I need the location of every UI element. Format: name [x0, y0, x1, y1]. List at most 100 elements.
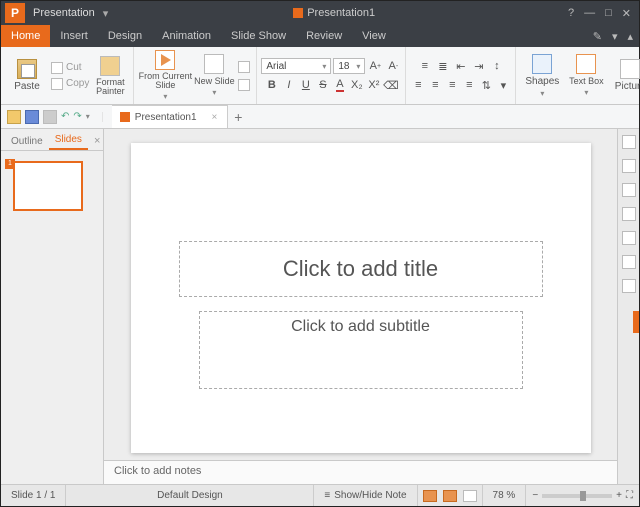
- highlight-button[interactable]: X₂: [349, 77, 365, 93]
- sorter-view-button[interactable]: [443, 490, 457, 502]
- bold-button[interactable]: B: [264, 77, 280, 93]
- new-tab-button[interactable]: +: [228, 110, 248, 124]
- superscript-button[interactable]: X²: [366, 77, 382, 93]
- sidebar-handle-icon[interactable]: [633, 311, 639, 333]
- format-painter-button[interactable]: Format Painter: [91, 47, 129, 104]
- redo-icon[interactable]: ↷: [73, 111, 81, 122]
- strike-button[interactable]: S: [315, 77, 331, 93]
- tab-animation[interactable]: Animation: [152, 25, 221, 47]
- qat-more-icon[interactable]: ▾: [86, 112, 90, 121]
- maximize-button[interactable]: □: [605, 7, 612, 20]
- undo-icon[interactable]: ↶: [61, 111, 69, 122]
- justify-button[interactable]: ≡: [461, 77, 477, 93]
- properties-icon[interactable]: [622, 135, 636, 149]
- title-placeholder[interactable]: Click to add title: [179, 241, 543, 297]
- grow-font-button[interactable]: A+: [367, 58, 383, 74]
- align-text-button[interactable]: ▾: [495, 77, 511, 93]
- fit-to-window-button[interactable]: ⛶: [626, 490, 633, 501]
- minimize-button[interactable]: —: [584, 7, 595, 20]
- document-tab[interactable]: Presentation1 ×: [112, 105, 229, 128]
- more-tool-icon[interactable]: [622, 279, 636, 293]
- titlebar: P Presentation ▾ Presentation1 ? — □ ✕: [1, 1, 639, 25]
- reading-view-button[interactable]: [463, 490, 477, 502]
- font-size-select[interactable]: 18▾: [333, 58, 365, 74]
- help-icon[interactable]: ?: [568, 7, 574, 20]
- from-current-slide-button[interactable]: From Current Slide ▾: [138, 47, 192, 104]
- font-group: Arial▾ 18▾ A+ A- B I U S A X₂ X² ⌫: [257, 47, 406, 104]
- document-icon: [293, 8, 303, 18]
- close-tab-icon[interactable]: ×: [212, 112, 218, 123]
- animation-pane-icon[interactable]: [622, 159, 636, 173]
- clipboard-group: Paste Cut Copy Format Painter: [1, 47, 134, 104]
- line-spacing-button[interactable]: ↕: [489, 58, 505, 74]
- slides-tab[interactable]: Slides: [49, 131, 88, 150]
- tab-home[interactable]: Home: [1, 25, 50, 47]
- object-icon[interactable]: [622, 183, 636, 197]
- view-switcher: [418, 485, 483, 506]
- close-button[interactable]: ✕: [622, 7, 631, 20]
- slide-thumbnail-1[interactable]: 1: [13, 161, 91, 211]
- open-icon[interactable]: [7, 110, 21, 124]
- font-name-select[interactable]: Arial▾: [261, 58, 331, 74]
- selection-icon[interactable]: [622, 231, 636, 245]
- thumb-number: 1: [5, 159, 15, 169]
- backup-icon[interactable]: [622, 207, 636, 221]
- new-slide-button[interactable]: New Slide ▾: [192, 47, 236, 104]
- tab-slideshow[interactable]: Slide Show: [221, 25, 296, 47]
- zoom-slider[interactable]: [542, 494, 612, 498]
- align-left-button[interactable]: ≡: [410, 77, 426, 93]
- cut-button[interactable]: Cut: [51, 61, 89, 75]
- tab-insert[interactable]: Insert: [50, 25, 98, 47]
- app-logo-icon: P: [5, 3, 25, 23]
- collapse-ribbon-icon[interactable]: ▴: [627, 30, 633, 43]
- task-icon[interactable]: [622, 255, 636, 269]
- slide[interactable]: Click to add title Click to add subtitle: [131, 143, 591, 453]
- slide-canvas-area[interactable]: Click to add title Click to add subtitle: [104, 129, 617, 460]
- textbox-button[interactable]: Text Box▾: [564, 47, 608, 104]
- zoom-control: − + ⛶: [526, 490, 639, 501]
- numbering-button[interactable]: ≣: [435, 58, 451, 74]
- ribbon: Paste Cut Copy Format Painter From Curre…: [1, 47, 639, 105]
- clear-format-button[interactable]: ⌫: [383, 77, 399, 93]
- subtitle-placeholder[interactable]: Click to add subtitle: [199, 311, 523, 389]
- italic-button[interactable]: I: [281, 77, 297, 93]
- shrink-font-button[interactable]: A-: [385, 58, 401, 74]
- copy-icon: [51, 78, 63, 90]
- reset-button[interactable]: [238, 78, 250, 92]
- style-icon[interactable]: ✎: [593, 30, 602, 43]
- layout-icon: [238, 61, 250, 73]
- tab-design[interactable]: Design: [98, 25, 152, 47]
- layout-button[interactable]: [238, 60, 250, 74]
- tab-view[interactable]: View: [352, 25, 396, 47]
- slides-group: From Current Slide ▾ New Slide ▾: [134, 47, 257, 104]
- align-center-button[interactable]: ≡: [427, 77, 443, 93]
- outline-tab[interactable]: Outline: [5, 133, 49, 150]
- notes-pane[interactable]: Click to add notes: [104, 460, 617, 484]
- paste-icon: [17, 59, 37, 79]
- picture-button[interactable]: Picture: [608, 47, 640, 104]
- zoom-label[interactable]: 78 %: [483, 485, 527, 506]
- save-icon[interactable]: [25, 110, 39, 124]
- note-toggle-icon: ≡: [324, 490, 330, 501]
- align-right-button[interactable]: ≡: [444, 77, 460, 93]
- print-icon[interactable]: [43, 110, 57, 124]
- dropdown-icon[interactable]: ▾: [612, 30, 618, 43]
- paste-button[interactable]: Paste: [5, 47, 49, 104]
- tab-review[interactable]: Review: [296, 25, 352, 47]
- shapes-button[interactable]: Shapes▾: [520, 47, 564, 104]
- normal-view-button[interactable]: [423, 490, 437, 502]
- zoom-in-button[interactable]: +: [616, 490, 622, 501]
- new-slide-icon: [204, 54, 224, 74]
- document-title-text: Presentation1: [307, 7, 375, 19]
- decrease-indent-button[interactable]: ⇤: [453, 58, 469, 74]
- zoom-out-button[interactable]: −: [532, 490, 538, 501]
- design-name: Default Design: [66, 485, 314, 506]
- font-color-button[interactable]: A: [332, 77, 348, 93]
- show-hide-note-button[interactable]: ≡ Show/Hide Note: [314, 485, 417, 506]
- text-direction-button[interactable]: ⇅: [478, 77, 494, 93]
- copy-button[interactable]: Copy: [51, 77, 89, 91]
- underline-button[interactable]: U: [298, 77, 314, 93]
- increase-indent-button[interactable]: ⇥: [471, 58, 487, 74]
- sidebar-tools: [617, 129, 639, 484]
- bullets-button[interactable]: ≡: [417, 58, 433, 74]
